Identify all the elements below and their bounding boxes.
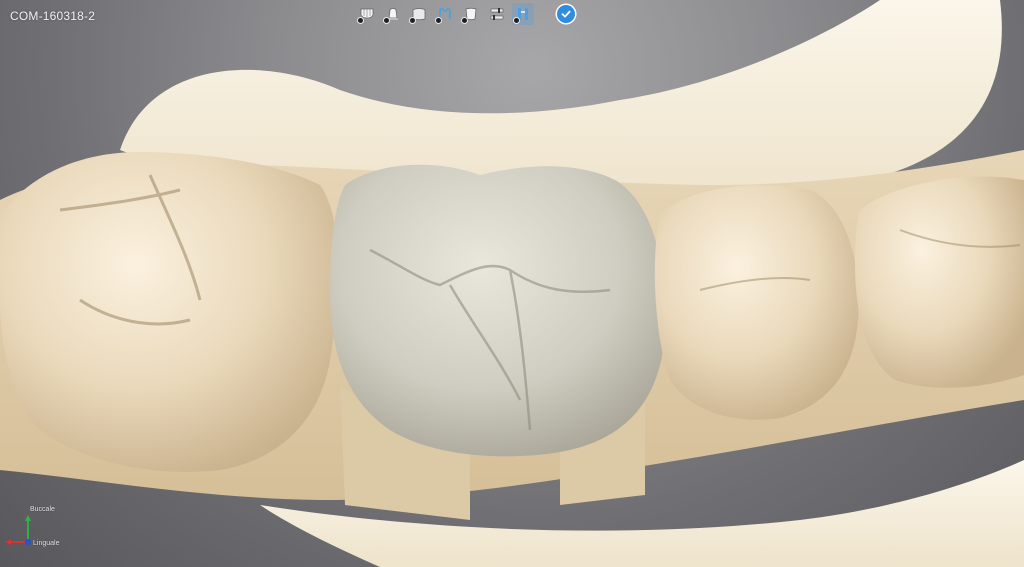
visibility-badge-icon [435, 17, 442, 24]
antagonist-toggle[interactable] [460, 3, 482, 25]
visibility-badge-icon [461, 17, 468, 24]
visibility-badge-icon [383, 17, 390, 24]
visibility-badge-icon [409, 17, 416, 24]
checkmark-icon [561, 10, 571, 18]
preparation-toggle[interactable] [434, 3, 456, 25]
3d-viewport[interactable]: COM-160318-2 Buccale Linguale [0, 0, 1024, 567]
visibility-badge-icon [357, 17, 364, 24]
axis-label-linguale: Linguale [33, 540, 60, 547]
confirm-button[interactable] [557, 5, 575, 23]
view-toolbar [356, 3, 534, 25]
right-premolar-1 [654, 185, 859, 420]
right-premolar-2 [855, 176, 1024, 388]
settings-sliders-icon [490, 8, 504, 20]
crown-restoration [330, 164, 666, 457]
dental-model-scene[interactable] [0, 0, 1024, 567]
axis-label-buccale: Buccale [30, 506, 55, 513]
gingiva-toggle[interactable] [408, 3, 430, 25]
visibility-badge-icon [513, 17, 520, 24]
crown-toggle[interactable] [382, 3, 404, 25]
upper-jaw-toggle[interactable] [356, 3, 378, 25]
tooth-restoration-toggle[interactable] [512, 3, 534, 25]
case-id-label: COM-160318-2 [10, 9, 96, 23]
left-molar [0, 151, 339, 472]
orientation-widget: Buccale Linguale [4, 500, 74, 556]
settings-toggle[interactable] [486, 3, 508, 25]
